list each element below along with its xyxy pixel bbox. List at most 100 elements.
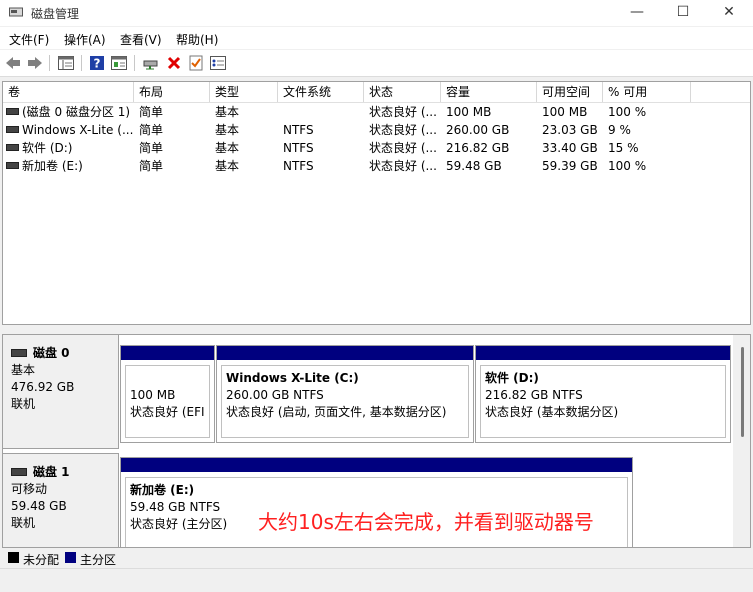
disk-name: 磁盘 1 [33, 465, 70, 479]
forward-arrow-icon[interactable] [26, 54, 44, 72]
menu-help[interactable]: 帮助(H) [176, 31, 218, 48]
toolbar-separator [49, 55, 50, 71]
cell-type: 基本 [215, 123, 240, 137]
partition-status: 状态良好 (EFI 系 [130, 405, 209, 419]
cell-percent-free: 100 % [608, 105, 647, 119]
cell-free-space: 59.39 GB [542, 159, 598, 173]
check-icon[interactable] [187, 54, 205, 72]
partition-name: Windows X-Lite (C:) [226, 371, 359, 385]
cell-capacity: 59.48 GB [446, 159, 502, 173]
cell-volume: 新加卷 (E:) [22, 159, 83, 173]
volume-icon [6, 144, 19, 151]
cell-status: 状态良好 (... [369, 141, 437, 155]
help-icon[interactable]: ? [88, 54, 106, 72]
primary-partition-bar [121, 458, 632, 472]
partition-c[interactable]: Windows X-Lite (C:) 260.00 GB NTFS 状态良好 … [216, 345, 474, 443]
disk-type: 基本 [11, 363, 36, 377]
disk-size: 476.92 GB [11, 380, 75, 394]
disk-map-scrollbar[interactable] [733, 335, 750, 547]
settings-list-icon[interactable] [209, 54, 227, 72]
cell-layout: 简单 [139, 105, 164, 119]
cell-type: 基本 [215, 105, 240, 119]
table-row[interactable]: 软件 (D:) 简单 基本 NTFS 状态良好 (... 216.82 GB 3… [3, 139, 750, 157]
disk-0-label[interactable]: 磁盘 0 基本 476.92 GB 联机 [3, 335, 119, 449]
toolbar: ? [0, 50, 753, 77]
back-arrow-icon[interactable] [4, 54, 22, 72]
col-header-free-space[interactable]: 可用空间 [537, 82, 603, 102]
svg-text:?: ? [94, 57, 101, 71]
volume-list-header: 卷 布局 类型 文件系统 状态 容量 可用空间 % 可用 [3, 82, 750, 103]
volume-icon [6, 162, 19, 169]
partition-size: 260.00 GB NTFS [226, 388, 324, 402]
cell-capacity: 100 MB [446, 105, 492, 119]
cell-volume: (磁盘 0 磁盘分区 1) [22, 105, 131, 119]
partition-d[interactable]: 软件 (D:) 216.82 GB NTFS 状态良好 (基本数据分区) [475, 345, 731, 443]
cell-percent-free: 100 % [608, 159, 647, 173]
table-row[interactable]: Windows X-Lite (... 简单 基本 NTFS 状态良好 (...… [3, 121, 750, 139]
partition-status: 状态良好 (启动, 页面文件, 基本数据分区) [226, 405, 447, 419]
partition-efi[interactable]: 100 MB 状态良好 (EFI 系 [120, 345, 215, 443]
cell-status: 状态良好 (... [369, 123, 437, 137]
cell-layout: 简单 [139, 141, 164, 155]
cell-free-space: 23.03 GB [542, 123, 598, 137]
menu-view[interactable]: 查看(V) [120, 31, 162, 48]
close-button[interactable]: ✕ [706, 0, 752, 26]
cell-free-space: 33.40 GB [542, 141, 598, 155]
col-header-status[interactable]: 状态 [364, 82, 441, 102]
volume-icon [6, 108, 19, 115]
cell-layout: 简单 [139, 159, 164, 173]
volume-icon [6, 126, 19, 133]
disk-status: 联机 [11, 516, 36, 530]
cell-type: 基本 [215, 159, 240, 173]
primary-partition-swatch [65, 552, 76, 563]
menu-action[interactable]: 操作(A) [64, 31, 106, 48]
cell-volume: Windows X-Lite (... [22, 123, 134, 137]
connect-drive-icon[interactable] [142, 54, 160, 72]
scrollbar-thumb[interactable] [741, 347, 744, 437]
toolbar-separator [134, 55, 135, 71]
window-title: 磁盘管理 [31, 7, 80, 21]
title-bar: 磁盘管理 — ☐ ✕ [0, 0, 753, 26]
toolbar-separator [81, 55, 82, 71]
cell-filesystem: NTFS [283, 141, 314, 155]
col-header-filesystem[interactable]: 文件系统 [278, 82, 364, 102]
properties-icon[interactable] [110, 54, 128, 72]
cell-filesystem: NTFS [283, 123, 314, 137]
disk-type: 可移动 [11, 482, 48, 496]
col-header-volume[interactable]: 卷 [3, 82, 134, 102]
status-bar [0, 568, 753, 592]
minimize-button[interactable]: — [614, 0, 660, 26]
primary-partition-bar [217, 346, 473, 360]
primary-partition-bar [476, 346, 730, 360]
legend-primary-label: 主分区 [80, 553, 117, 567]
cell-percent-free: 9 % [608, 123, 631, 137]
disk-management-app-icon [9, 7, 23, 17]
col-header-percent-free[interactable]: % 可用 [603, 82, 691, 102]
col-header-layout[interactable]: 布局 [134, 82, 210, 102]
partition-size: 100 MB [130, 388, 176, 402]
maximize-button[interactable]: ☐ [660, 0, 706, 26]
menu-file[interactable]: 文件(F) [9, 31, 49, 48]
delete-icon[interactable] [165, 54, 183, 72]
partition-name: 软件 (D:) [485, 371, 539, 385]
cell-status: 状态良好 (... [369, 105, 437, 119]
cell-percent-free: 15 % [608, 141, 639, 155]
disk-icon [11, 467, 27, 476]
legend-unallocated-label: 未分配 [23, 553, 60, 567]
disk-1-label[interactable]: 磁盘 1 可移动 59.48 GB 联机 [3, 453, 119, 547]
table-row[interactable]: (磁盘 0 磁盘分区 1) 简单 基本 状态良好 (... 100 MB 100… [3, 103, 750, 121]
partition-name: 新加卷 (E:) [130, 483, 195, 497]
console-tree-icon[interactable] [57, 54, 75, 72]
col-header-capacity[interactable]: 容量 [441, 82, 537, 102]
disk-name: 磁盘 0 [33, 346, 70, 360]
volume-list[interactable]: 卷 布局 类型 文件系统 状态 容量 可用空间 % 可用 (磁盘 0 磁盘分区 … [2, 81, 751, 325]
disk-icon [11, 348, 27, 357]
unallocated-swatch [8, 552, 19, 563]
col-header-type[interactable]: 类型 [210, 82, 278, 102]
cell-filesystem [278, 103, 364, 121]
cell-filesystem: NTFS [283, 159, 314, 173]
primary-partition-bar [121, 346, 214, 360]
partition-size: 216.82 GB NTFS [485, 388, 583, 402]
disk-status: 联机 [11, 397, 36, 411]
table-row[interactable]: 新加卷 (E:) 简单 基本 NTFS 状态良好 (... 59.48 GB 5… [3, 157, 750, 175]
